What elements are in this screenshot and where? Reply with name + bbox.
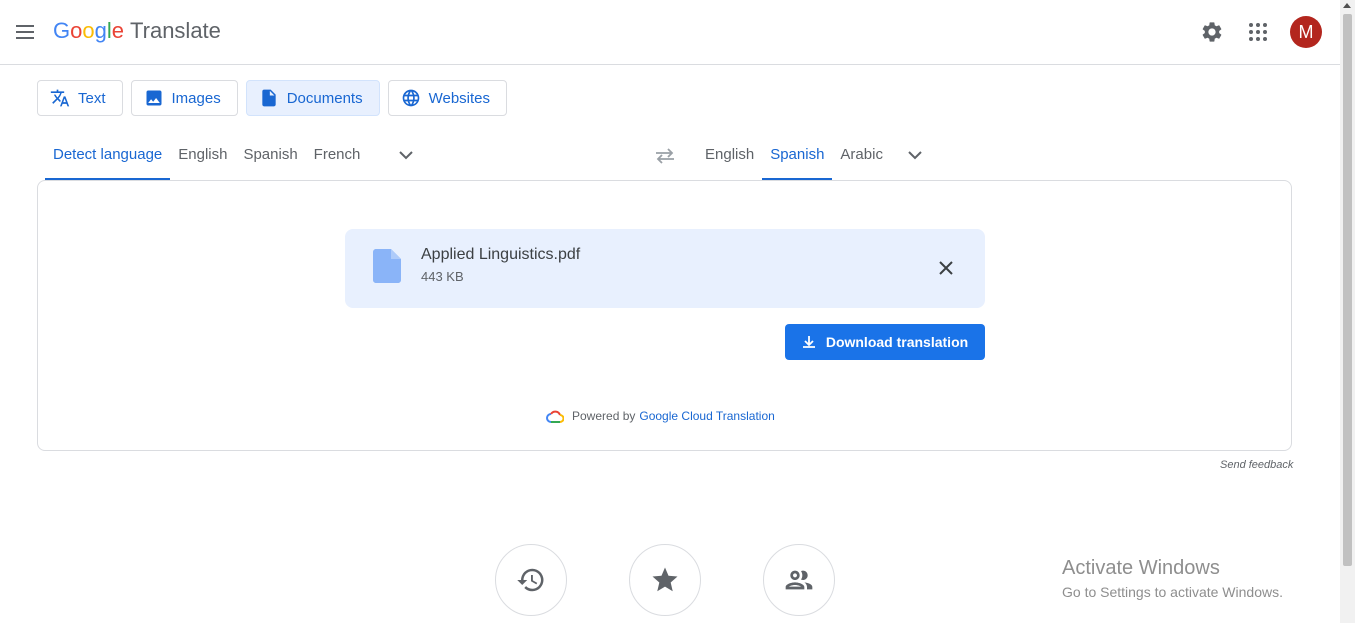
target-language-bar: English Spanish Arabic: [697, 130, 935, 180]
source-lang-french[interactable]: French: [306, 130, 369, 180]
menu-icon[interactable]: [10, 17, 40, 47]
chevron-down-icon[interactable]: [895, 130, 935, 180]
history-icon: [517, 568, 544, 592]
avatar-letter: M: [1298, 21, 1314, 42]
mode-tabs: Text Images Documents Websites: [37, 80, 508, 116]
document-icon: [262, 89, 276, 107]
file-card: Applied Linguistics.pdf 443 KB: [345, 229, 985, 308]
download-label: Download translation: [825, 334, 969, 350]
google-translate-logo[interactable]: Google Translate: [53, 18, 221, 44]
send-feedback-link[interactable]: Send feedback: [1220, 459, 1293, 471]
tab-images[interactable]: Images: [130, 80, 238, 116]
close-icon[interactable]: [931, 253, 961, 283]
tab-label: Documents: [286, 89, 363, 107]
globe-icon: [402, 89, 419, 107]
watermark-title: Activate Windows: [1062, 557, 1220, 579]
logo-letter: o: [82, 18, 95, 43]
chevron-down-icon[interactable]: [386, 130, 426, 180]
translate-icon: [50, 89, 70, 107]
tab-text[interactable]: Text: [37, 80, 123, 116]
powered-by-text: Powered by: [572, 409, 636, 423]
google-cloud-translation-link[interactable]: Google Cloud Translation: [639, 409, 774, 423]
star-icon: [652, 567, 678, 592]
source-lang-detect[interactable]: Detect language: [45, 130, 171, 180]
source-language-bar: Detect language English Spanish French: [45, 130, 426, 180]
lang-label: Arabic: [840, 145, 883, 163]
target-lang-spanish[interactable]: Spanish: [762, 130, 833, 180]
tab-websites[interactable]: Websites: [387, 80, 508, 116]
activate-windows-watermark: Activate Windows Go to Settings to activ…: [1062, 557, 1283, 600]
logo-letter: o: [70, 18, 83, 43]
lang-label: Detect language: [53, 145, 163, 163]
history-button[interactable]: [495, 544, 567, 616]
file-size: 443 KB: [421, 269, 464, 284]
scroll-up-arrow-icon[interactable]: [1343, 3, 1351, 8]
file-name: Applied Linguistics.pdf: [421, 246, 581, 263]
download-icon: [802, 336, 815, 348]
page-scrollbar[interactable]: [1340, 0, 1355, 623]
apps-grid-icon[interactable]: [1243, 17, 1273, 47]
people-icon: [785, 570, 813, 590]
document-panel: Applied Linguistics.pdf 443 KB Download …: [37, 180, 1292, 451]
download-translation-button[interactable]: Download translation: [785, 324, 985, 360]
lang-label: English: [705, 145, 755, 163]
lang-label: French: [313, 145, 361, 163]
source-lang-english[interactable]: English: [170, 130, 235, 180]
tab-documents[interactable]: Documents: [245, 80, 380, 116]
saved-button[interactable]: [629, 544, 701, 616]
powered-by: Powered by Google Cloud Translation: [546, 409, 775, 423]
file-icon: [373, 249, 401, 288]
tab-label: Text: [78, 89, 106, 107]
contribute-button[interactable]: [763, 544, 835, 616]
google-cloud-icon: [546, 410, 564, 423]
logo-letter: e: [111, 18, 125, 43]
settings-gear-icon[interactable]: [1197, 17, 1227, 47]
watermark-subtitle: Go to Settings to activate Windows.: [1062, 584, 1283, 600]
top-header: Google Translate M: [0, 0, 1340, 65]
target-lang-english[interactable]: English: [697, 130, 762, 180]
logo-letter: g: [94, 18, 107, 43]
logo-letter: G: [53, 18, 71, 43]
lang-label: English: [178, 145, 228, 163]
source-lang-spanish[interactable]: Spanish: [235, 130, 305, 180]
image-icon: [146, 90, 162, 106]
logo-product-name: Translate: [130, 18, 221, 43]
lang-label: Spanish: [243, 145, 298, 163]
target-lang-arabic[interactable]: Arabic: [832, 130, 891, 180]
avatar[interactable]: M: [1290, 16, 1322, 48]
swap-languages-icon[interactable]: [650, 141, 680, 171]
tab-label: Images: [171, 89, 221, 107]
tab-label: Websites: [428, 89, 491, 107]
scroll-thumb[interactable]: [1343, 14, 1352, 566]
lang-label: Spanish: [770, 145, 825, 163]
